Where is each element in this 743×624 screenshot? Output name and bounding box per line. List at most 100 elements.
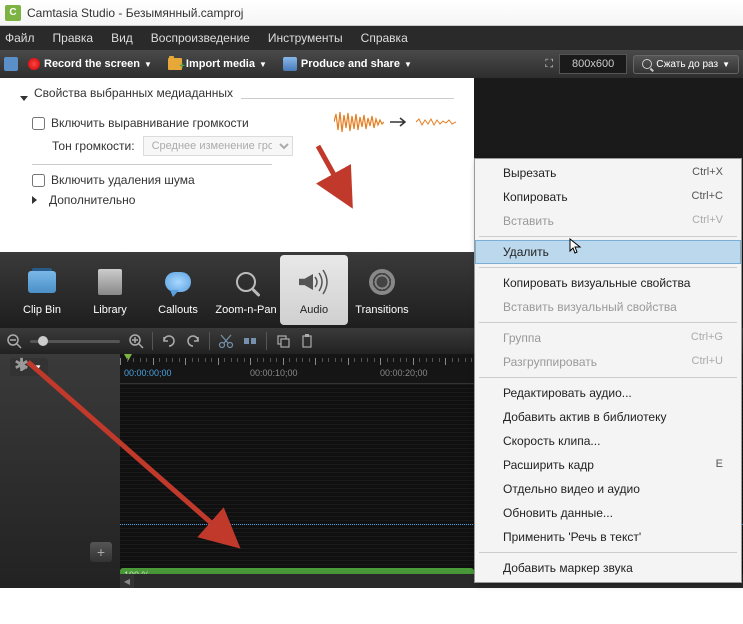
tool-transitions[interactable]: Transitions — [348, 255, 416, 325]
redo-icon[interactable] — [185, 333, 201, 349]
context-menu-item: Вставить визуальный свойства — [475, 295, 741, 319]
paste-icon[interactable] — [299, 333, 315, 349]
save-icon[interactable] — [4, 57, 18, 71]
tool-audio[interactable]: Audio — [280, 255, 348, 325]
fullscreen-icon[interactable]: ⛶ — [545, 58, 553, 71]
properties-panel: Свойства выбранных медиаданных Включить … — [0, 78, 474, 328]
split-icon[interactable] — [242, 333, 258, 349]
produce-icon — [283, 57, 297, 71]
copy-icon[interactable] — [275, 333, 291, 349]
search-icon — [642, 59, 652, 69]
add-track-button[interactable]: + — [90, 542, 112, 562]
callouts-icon — [165, 272, 191, 292]
menu-tools[interactable]: Инструменты — [268, 31, 343, 45]
title-app: Camtasia Studio — [27, 6, 115, 20]
context-menu-label: Добавить актив в библиотеку — [503, 410, 667, 424]
context-menu-item[interactable]: Расширить кадрE — [475, 453, 741, 477]
zoom-in-icon[interactable] — [128, 333, 144, 349]
tone-select[interactable]: Среднее изменение гро — [143, 136, 293, 156]
timecode: 00:00:10;00 — [250, 368, 298, 378]
window-titlebar: C Camtasia Studio - Безымянный.camproj — [0, 0, 743, 26]
zoom-icon — [236, 272, 256, 292]
props-title: Свойства выбранных медиаданных — [34, 86, 233, 100]
speaker-icon — [299, 267, 329, 297]
context-menu-label: Копировать — [503, 190, 568, 204]
context-menu-label: Вырезать — [503, 166, 556, 180]
timeline-settings-button[interactable]: ▼ — [10, 358, 48, 376]
advanced-label: Дополнительно — [49, 193, 135, 207]
context-menu-label: Обновить данные... — [503, 506, 613, 520]
checkbox-input[interactable] — [32, 117, 45, 130]
expand-icon[interactable] — [32, 196, 37, 204]
tool-zoom[interactable]: Zoom-n-Pan — [212, 255, 280, 325]
tool-callouts[interactable]: Callouts — [144, 255, 212, 325]
timecode: 00:00:00;00 — [124, 368, 172, 378]
volume-leveling-label: Включить выравнивание громкости — [51, 116, 249, 130]
context-menu-label: Скорость клипа... — [503, 434, 600, 448]
context-menu-label: Разгруппировать — [503, 355, 597, 369]
context-menu-separator — [479, 377, 737, 378]
menu-view[interactable]: Вид — [111, 31, 133, 45]
transitions-icon — [369, 269, 395, 295]
context-menu-label: Редактировать аудио... — [503, 386, 632, 400]
context-menu-separator — [479, 267, 737, 268]
noise-removal-checkbox[interactable]: Включить удаления шума — [32, 173, 454, 187]
track-label[interactable]: Дорожка 1 — [0, 568, 120, 624]
undo-icon[interactable] — [161, 333, 177, 349]
produce-label: Produce and share — [301, 58, 400, 70]
library-icon — [98, 269, 122, 295]
context-menu-item: ГруппаCtrl+G — [475, 326, 741, 350]
context-menu-label: Применить 'Речь в текст' — [503, 530, 641, 544]
tool-clipbin[interactable]: Clip Bin — [8, 255, 76, 325]
context-menu-item[interactable]: Копировать визуальные свойства — [475, 271, 741, 295]
context-menu-item[interactable]: КопироватьCtrl+C — [475, 185, 741, 209]
tool-label: Clip Bin — [23, 304, 61, 316]
context-menu-separator — [479, 322, 737, 323]
produce-share-button[interactable]: Produce and share ▼ — [277, 55, 418, 73]
menu-help[interactable]: Справка — [361, 31, 408, 45]
context-menu-item[interactable]: Обновить данные... — [475, 501, 741, 525]
menu-playback[interactable]: Воспроизведение — [151, 31, 250, 45]
context-menu-label: Вставить — [503, 214, 554, 228]
chevron-down-icon: ▼ — [259, 60, 267, 69]
context-menu-label: Вставить визуальный свойства — [503, 300, 677, 314]
zoom-out-icon[interactable] — [6, 333, 22, 349]
shrink-button[interactable]: Сжать до раз ▼ — [633, 55, 739, 74]
scroll-left-icon[interactable]: ◀ — [120, 574, 134, 588]
collapse-icon[interactable] — [20, 96, 28, 101]
context-menu-item[interactable]: Вырезать Ctrl+X — [475, 161, 741, 185]
import-media-button[interactable]: Import media ▼ — [162, 56, 273, 72]
context-menu-separator — [479, 552, 737, 553]
record-label: Record the screen — [44, 58, 140, 70]
app-icon: C — [5, 5, 21, 21]
context-menu-item[interactable]: Отдельно видео и аудио — [475, 477, 741, 501]
context-menu-label: Расширить кадр — [503, 458, 594, 472]
context-menu-item[interactable]: Удалить — [475, 240, 741, 264]
context-menu-item[interactable]: Добавить маркер звука — [475, 556, 741, 580]
context-menu-item[interactable]: Добавить актив в библиотеку — [475, 405, 741, 429]
context-menu-label: Добавить маркер звука — [503, 561, 633, 575]
checkbox-input[interactable] — [32, 174, 45, 187]
tone-label: Тон громкости: — [52, 139, 135, 153]
context-menu-item[interactable]: Скорость клипа... — [475, 429, 741, 453]
context-menu-item[interactable]: Применить 'Речь в текст' — [475, 525, 741, 549]
tool-label: Transitions — [355, 304, 408, 316]
timecode: 00:00:20;00 — [380, 368, 428, 378]
zoom-slider[interactable] — [30, 340, 120, 343]
record-screen-button[interactable]: Record the screen ▼ — [22, 56, 158, 72]
context-menu-item[interactable]: Редактировать аудио... — [475, 381, 741, 405]
context-menu-shortcut: Ctrl+X — [692, 166, 723, 180]
context-menu-item: ВставитьCtrl+V — [475, 209, 741, 233]
menu-edit[interactable]: Правка — [53, 31, 94, 45]
tool-label: Library — [93, 304, 127, 316]
context-menu-label: Отдельно видео и аудио — [503, 482, 640, 496]
track-header-column: ▼ + Дорожка 1 — [0, 354, 120, 588]
clipbin-icon — [28, 271, 56, 293]
cut-icon[interactable] — [218, 333, 234, 349]
tool-library[interactable]: Library — [76, 255, 144, 325]
chevron-down-icon: ▼ — [404, 60, 412, 69]
dimensions-display[interactable]: 800x600 — [559, 54, 627, 74]
menubar: Файл Правка Вид Воспроизведение Инструме… — [0, 26, 743, 50]
context-menu: Вырезать Ctrl+X КопироватьCtrl+CВставитьCt… — [474, 158, 742, 583]
menu-file[interactable]: Файл — [5, 31, 35, 45]
